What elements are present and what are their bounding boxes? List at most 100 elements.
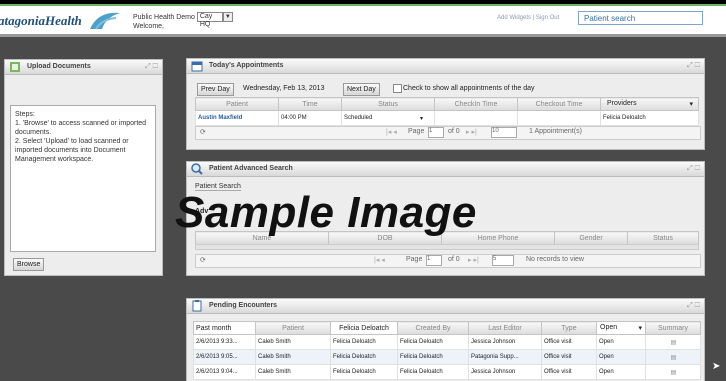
- panel-tools-icon[interactable]: ⤢ ☐: [687, 59, 700, 73]
- panel-tools-icon[interactable]: ⤢ ☐: [687, 162, 700, 176]
- header-links[interactable]: Add Widgets | Sign Out: [497, 15, 559, 21]
- appointments-panel: Today's Appointments ⤢ ☐ Prev Day Wednes…: [186, 58, 705, 150]
- encounter-type: Office visit: [541, 349, 597, 365]
- panel-title: Today's Appointments: [209, 62, 284, 69]
- period-filter[interactable]: Past month: [193, 321, 256, 335]
- col-status[interactable]: Status: [627, 231, 699, 245]
- practice-selector: Public Health Demo Cay HQ▼ Welcome,: [133, 12, 233, 31]
- page-label: Page: [408, 128, 425, 135]
- encounter-editor: Jessica Johnson: [468, 364, 542, 380]
- appointments-pager: ⟳ |◂ ◂ Page 1 of 0 ▸ ▸| 10 1 Appointment…: [195, 126, 701, 140]
- upload-instructions: Steps: 1. 'Browse' to access scanned or …: [10, 105, 156, 252]
- table-row[interactable]: 2/6/2013 9:33... Caleb Smith Felicia Del…: [193, 334, 701, 350]
- appt-status[interactable]: Scheduled ▾: [341, 110, 435, 126]
- page-label: Page: [406, 256, 423, 263]
- panel-tools-icon[interactable]: ⤢ ☐: [687, 299, 700, 313]
- search-pager: ⟳ |◂ ◂ Page 1 of 0 ▸ ▸| 5 No records to …: [195, 254, 701, 268]
- appt-checkin: [434, 110, 518, 126]
- status-filter-value: Open: [600, 324, 618, 331]
- encounter-patient[interactable]: Caleb Smith: [255, 334, 331, 350]
- page-size-select[interactable]: 10: [491, 127, 517, 138]
- next-last-icons[interactable]: ▸ ▸|: [466, 128, 477, 136]
- practice-name: Public Health Demo: [133, 13, 195, 21]
- encounter-created-by: Felicia Deloatch: [397, 334, 469, 350]
- no-records-text: No records to view: [526, 256, 584, 263]
- appt-time: 04:00 PM: [278, 110, 342, 126]
- next-last-icons[interactable]: ▸ ▸|: [468, 256, 479, 264]
- calendar-icon: [191, 61, 203, 72]
- chevron-down-icon[interactable]: ▾: [638, 324, 642, 332]
- patient-search-input[interactable]: Patient search: [578, 11, 703, 25]
- encounter-patient[interactable]: Caleb Smith: [255, 364, 331, 380]
- col-status[interactable]: Status: [341, 97, 435, 111]
- col-created-by[interactable]: Created By: [397, 321, 469, 335]
- providers-filter[interactable]: Providers: [607, 100, 637, 107]
- appointment-date: Wednesday, Feb 13, 2013: [243, 85, 325, 92]
- col-last-editor[interactable]: Last Editor: [468, 321, 542, 335]
- refresh-icon[interactable]: ⟳: [200, 128, 206, 136]
- appt-checkout: [517, 110, 601, 126]
- encounter-status: Open: [596, 334, 646, 350]
- refresh-icon[interactable]: ⟳: [200, 256, 206, 264]
- appointment-count: 1 Appointment(s): [529, 128, 582, 135]
- step-1: 1. 'Browse' to access scanned or importe…: [15, 120, 147, 136]
- welcome-text: Welcome,: [133, 23, 164, 30]
- page-of: of 0: [448, 256, 460, 263]
- encounter-editor: Patagonia Supp...: [468, 349, 542, 365]
- page-input[interactable]: 1: [428, 127, 444, 138]
- encounter-patient[interactable]: Caleb Smith: [255, 349, 331, 365]
- upload-icon: [10, 62, 20, 72]
- page-size-select[interactable]: 5: [492, 255, 514, 266]
- first-prev-icons[interactable]: |◂ ◂: [374, 256, 385, 264]
- panel-tools-icon[interactable]: ⤢ ☐: [145, 60, 158, 74]
- col-summary[interactable]: Summary: [645, 321, 701, 335]
- encounter-type: Office visit: [541, 334, 597, 350]
- prev-day-button[interactable]: Prev Day: [197, 83, 234, 96]
- first-prev-icons[interactable]: |◂ ◂: [386, 128, 397, 136]
- col-time[interactable]: Time: [278, 97, 342, 111]
- browse-button[interactable]: Browse: [13, 258, 45, 271]
- step-2: 2. Select 'Upload' to load scanned or im…: [15, 138, 129, 163]
- page-input[interactable]: 1: [426, 255, 442, 266]
- practice-select[interactable]: Cay HQ: [196, 12, 223, 28]
- show-all-checkbox[interactable]: [393, 84, 402, 93]
- status-filter[interactable]: Open ▾: [596, 321, 646, 335]
- encounter-provider: Felicia Deloatch: [330, 349, 398, 365]
- sample-watermark: Sample Image: [175, 188, 477, 237]
- summary-icon[interactable]: ▤: [645, 349, 701, 365]
- clipboard-icon: [192, 300, 202, 312]
- provider-filter[interactable]: Felicia Deloatch: [330, 321, 398, 335]
- appt-patient[interactable]: Austin Maxfield: [195, 110, 279, 126]
- summary-icon[interactable]: ▤: [645, 364, 701, 380]
- panel-title: Upload Documents: [27, 63, 91, 70]
- summary-icon[interactable]: ▤: [645, 334, 701, 350]
- table-row[interactable]: 2/6/2013 9:05... Caleb Smith Felicia Del…: [193, 349, 701, 365]
- encounter-date: 2/6/2013 9:33...: [193, 334, 256, 350]
- encounter-provider: Felicia Deloatch: [330, 334, 398, 350]
- col-checkin[interactable]: CheckIn Time: [434, 97, 518, 111]
- next-day-button[interactable]: Next Day: [343, 83, 380, 96]
- chevron-down-icon[interactable]: ▼: [222, 12, 233, 22]
- col-patient[interactable]: Patient: [255, 321, 331, 335]
- encounter-date: 2/6/2013 9:05...: [193, 349, 256, 365]
- encounters-table: Past month Patient Felicia Deloatch Crea…: [193, 321, 701, 380]
- col-patient[interactable]: Patient: [195, 97, 279, 111]
- col-gender[interactable]: Gender: [554, 231, 628, 245]
- table-row[interactable]: 2/6/2013 9:04... Caleb Smith Felicia Del…: [193, 364, 701, 380]
- encounter-status: Open: [596, 364, 646, 380]
- logo-swoosh-icon: [90, 12, 120, 30]
- appointments-table: Patient Time Status CheckIn Time Checkou…: [195, 97, 699, 126]
- encounter-date: 2/6/2013 9:04...: [193, 364, 256, 380]
- pending-encounters-panel: Pending Encounters ⤢ ☐ Past month Patien…: [186, 298, 705, 381]
- magnifier-icon: [191, 163, 203, 175]
- chevron-down-icon[interactable]: ▾: [420, 115, 423, 122]
- col-type[interactable]: Type: [541, 321, 597, 335]
- horizontal-scrollbar[interactable]: [195, 244, 699, 250]
- app-header: atagoniaHealth Public Health Demo Cay HQ…: [0, 6, 726, 37]
- col-checkout[interactable]: Checkout Time: [517, 97, 601, 111]
- status-value: Scheduled: [344, 114, 373, 121]
- appt-provider: Felicia Deloatch: [600, 110, 699, 126]
- chevron-down-icon[interactable]: ▾: [689, 100, 693, 108]
- encounter-status: Open: [596, 349, 646, 365]
- col-providers[interactable]: Providers ▾: [600, 97, 699, 111]
